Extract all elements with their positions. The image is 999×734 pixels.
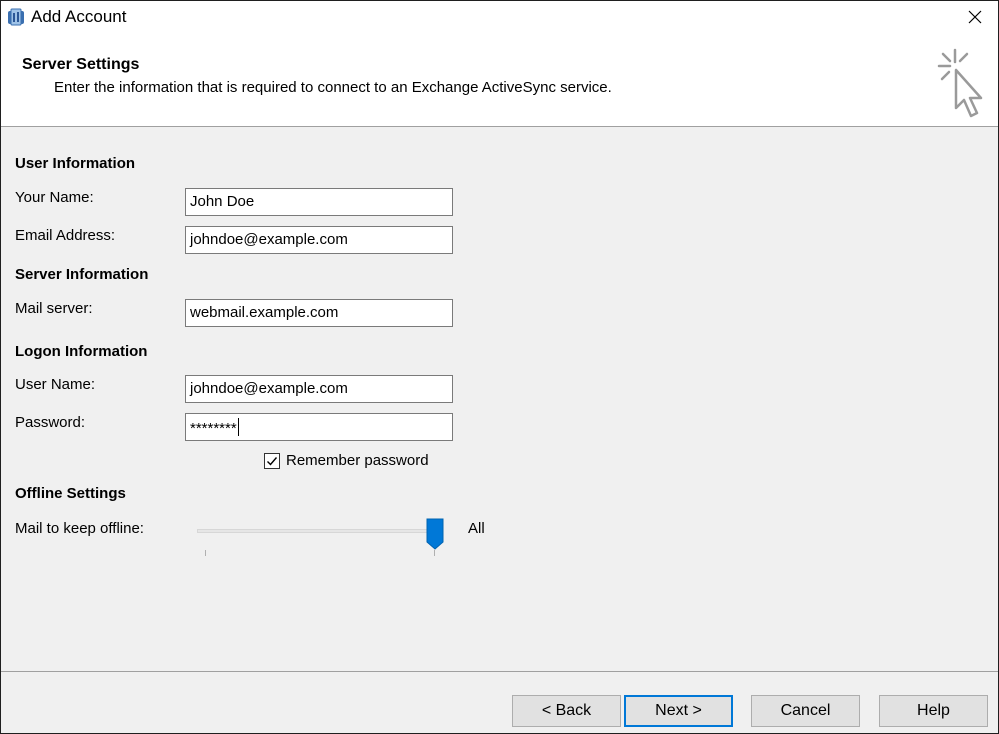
email-address-label: Email Address: — [15, 227, 116, 244]
offline-slider-track[interactable] — [197, 529, 435, 533]
offline-slider-value: All — [468, 520, 485, 537]
close-icon — [968, 10, 982, 23]
page-title: Server Settings — [22, 56, 140, 73]
mail-server-field[interactable]: webmail.example.com — [185, 299, 453, 327]
back-button[interactable]: < Back — [512, 695, 621, 727]
password-label: Password: — [15, 414, 86, 431]
outlook-icon — [7, 8, 25, 26]
title-bar: Add Account — [1, 1, 998, 32]
window-title: Add Account — [31, 7, 127, 26]
slider-tick-start — [205, 550, 206, 556]
offline-slider-thumb[interactable] — [426, 518, 444, 550]
slider-tick-end — [434, 550, 435, 556]
remember-password-label: Remember password — [286, 452, 429, 469]
logon-info-heading: Logon Information — [15, 343, 148, 360]
next-button[interactable]: Next > — [624, 695, 733, 727]
text-caret — [237, 418, 239, 436]
page-subtitle: Enter the information that is required t… — [54, 79, 612, 96]
mail-offline-label: Mail to keep offline: — [15, 520, 144, 537]
email-address-field[interactable]: johndoe@example.com — [185, 226, 453, 254]
add-account-dialog: Add Account Server Settings Enter the in… — [0, 0, 999, 734]
mail-server-label: Mail server: — [15, 300, 93, 317]
help-button[interactable]: Help — [879, 695, 988, 727]
footer-divider — [1, 671, 998, 672]
user-info-heading: User Information — [15, 155, 136, 172]
password-field[interactable]: ******** — [185, 413, 453, 441]
cancel-button[interactable]: Cancel — [751, 695, 860, 727]
password-value: ******** — [190, 420, 237, 437]
page-header: Server Settings Enter the information th… — [1, 32, 998, 127]
your-name-field[interactable]: John Doe — [185, 188, 453, 216]
user-name-field[interactable]: johndoe@example.com — [185, 375, 453, 403]
remember-password-row[interactable]: Remember password — [264, 452, 429, 469]
close-button[interactable] — [952, 1, 998, 32]
your-name-label: Your Name: — [15, 189, 94, 206]
remember-password-checkbox[interactable] — [264, 452, 280, 469]
cursor-click-icon — [933, 46, 989, 122]
offline-settings-heading: Offline Settings — [15, 485, 126, 502]
checkmark-icon — [267, 456, 278, 466]
server-info-heading: Server Information — [15, 266, 149, 283]
user-name-label: User Name: — [15, 376, 96, 393]
